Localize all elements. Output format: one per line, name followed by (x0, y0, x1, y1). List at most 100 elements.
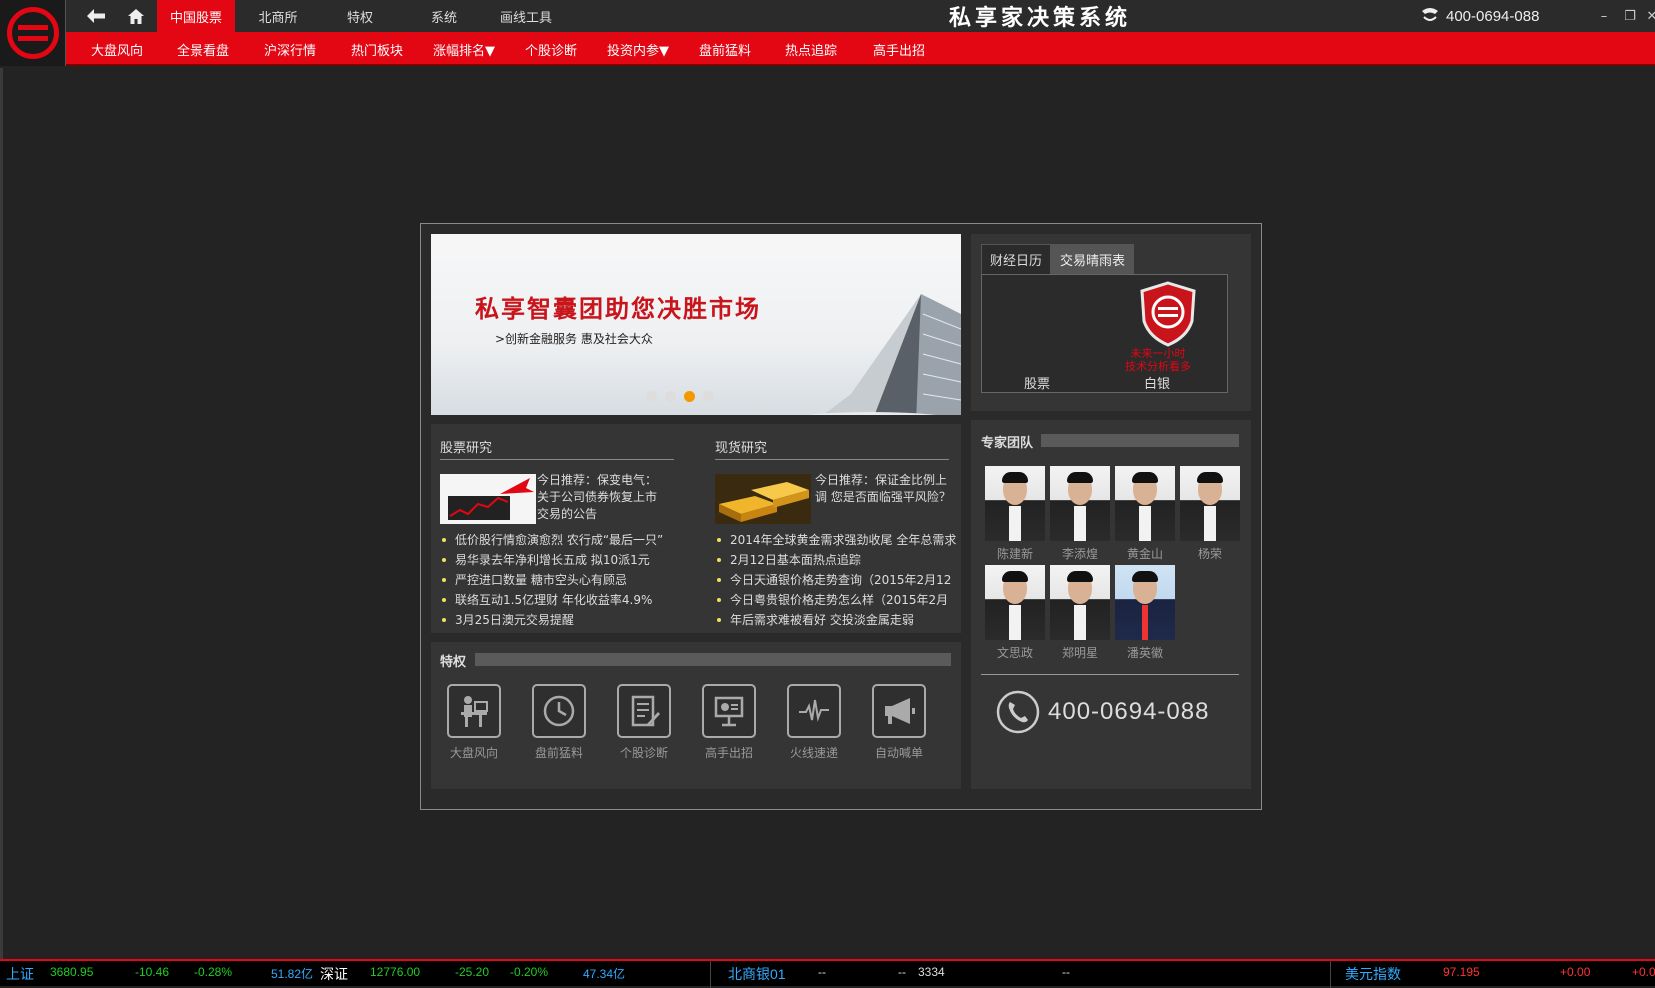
expert-card[interactable]: 杨荣 (1180, 466, 1240, 562)
tab-system[interactable]: 系统 (406, 0, 482, 32)
privilege-premarket[interactable]: 盘前猛料 (524, 684, 594, 761)
ticker-silver-label[interactable]: 北商银01 (728, 964, 786, 984)
expert-name: 陈建新 (996, 547, 1033, 561)
clock-icon (532, 684, 586, 738)
list-item[interactable]: 3月25日澳元交易提醒 (440, 610, 680, 630)
privilege-stock-diagnosis[interactable]: 个股诊断 (609, 684, 679, 761)
ticker-usd-change: +0.00 (1560, 965, 1591, 979)
ticker-usd-label[interactable]: 美元指数 (1345, 964, 1401, 984)
spot-featured-article[interactable]: 今日推荐：保证金比例上调 您是否面临强平风险？ (815, 472, 955, 506)
app-logo (0, 0, 66, 66)
privilege-label: 盘前猛料 (534, 746, 583, 760)
list-item[interactable]: 今日天通银价格走势查询（2015年2月12 (715, 570, 957, 590)
logo-icon (6, 7, 59, 59)
subnav-hot-tracking[interactable]: 热点追踪 (776, 32, 846, 66)
carousel-dot[interactable] (646, 391, 657, 402)
subnav-hot-sectors[interactable]: 热门板块 (342, 32, 412, 66)
subnav-expert-moves[interactable]: 高手出招 (864, 32, 934, 66)
privilege-market-trend[interactable]: 大盘风向 (439, 684, 509, 761)
news-title[interactable]: 易华录去年净利增长五成 拟10派1元 (455, 553, 650, 567)
list-item[interactable]: 2014年全球黄金需求强劲收尾 全年总需求 (715, 530, 957, 550)
ticker-sh-change: -10.46 (135, 965, 170, 979)
desk-person-icon (447, 684, 501, 738)
expert-card[interactable]: 文思政 (985, 565, 1045, 661)
promo-banner[interactable]: 私享智囊团助您决胜市场 >创新金融服务 惠及社会大众 (431, 234, 961, 415)
privilege-express[interactable]: 火线速递 (779, 684, 849, 761)
expert-card[interactable]: 潘英徽 (1115, 565, 1175, 661)
subnav-gain-ranking[interactable]: 涨幅排名▼ (428, 32, 500, 66)
subnav-panorama[interactable]: 全景看盘 (168, 32, 238, 66)
ticker-sh-label[interactable]: 上证 (6, 964, 34, 984)
subnav-premarket[interactable]: 盘前猛料 (690, 32, 760, 66)
stock-research-title[interactable]: 股票研究 (440, 437, 492, 456)
tab-china-stock[interactable]: 中国股票 (157, 0, 235, 32)
news-title[interactable]: 2月12日基本面热点追踪 (730, 553, 861, 567)
restore-button[interactable]: ❐ (1618, 0, 1642, 32)
shield-logo-icon (1140, 281, 1196, 347)
pulse-wave-icon (787, 684, 841, 738)
tab-beishangsuo[interactable]: 北商所 (240, 0, 316, 32)
news-title[interactable]: 今日天通银价格走势查询（2015年2月12 (730, 573, 951, 587)
subnav-investment-insider[interactable]: 投资内参▼ (602, 32, 674, 66)
list-item[interactable]: 今日粤贵银价格走势怎么样（2015年2月 (715, 590, 957, 610)
spot-news-list: 2014年全球黄金需求强劲收尾 全年总需求 2月12日基本面热点追踪 今日天通银… (715, 530, 957, 630)
news-title[interactable]: 低价股行情愈演愈烈 农行成“最后一只” (455, 533, 663, 547)
stock-news-list: 低价股行情愈演愈烈 农行成“最后一只” 易华录去年净利增长五成 拟10派1元 严… (440, 530, 680, 630)
expert-card[interactable]: 郑明星 (1050, 565, 1110, 661)
tab-trade-barometer[interactable]: 交易晴雨表 (1051, 244, 1135, 274)
tab-drawing-tools[interactable]: 画线工具 (488, 0, 564, 32)
subnav-market-trend[interactable]: 大盘风向 (82, 32, 152, 66)
expert-card[interactable]: 黄金山 (1115, 466, 1175, 562)
stock-chart-thumbnail[interactable] (440, 474, 536, 524)
list-item[interactable]: 低价股行情愈演愈烈 农行成“最后一只” (440, 530, 680, 550)
contact-phone-number: 400-0694-088 (1048, 698, 1210, 725)
megaphone-icon (872, 684, 926, 738)
news-title[interactable]: 今日粤贵银价格走势怎么样（2015年2月 (730, 593, 948, 607)
subnav-stock-diagnosis[interactable]: 个股诊断 (516, 32, 586, 66)
subnav-hs-quotes[interactable]: 沪深行情 (255, 32, 325, 66)
bullet-icon (442, 537, 446, 542)
spot-research-title[interactable]: 现货研究 (715, 437, 767, 456)
privilege-label: 火线速递 (789, 746, 838, 760)
carousel-dot-active[interactable] (684, 391, 695, 402)
experts-title: 专家团队 (981, 436, 1034, 451)
home-icon[interactable] (116, 0, 156, 32)
top-phone: 400-0694-088 (1420, 0, 1539, 32)
news-title[interactable]: 3月25日澳元交易提醒 (455, 613, 574, 627)
list-item[interactable]: 易华录去年净利增长五成 拟10派1元 (440, 550, 680, 570)
expert-card[interactable]: 李添煌 (1050, 466, 1110, 562)
list-item[interactable]: 2月12日基本面热点追踪 (715, 550, 957, 570)
expert-card[interactable]: 陈建新 (985, 466, 1045, 562)
carousel-dot[interactable] (665, 391, 676, 402)
minimize-button[interactable]: – (1592, 0, 1616, 32)
list-item[interactable]: 严控进口数量 糖市空头心有顾忌 (440, 570, 680, 590)
privilege-expert-moves[interactable]: 高手出招 (694, 684, 764, 761)
news-title[interactable]: 2014年全球黄金需求强劲收尾 全年总需求 (730, 533, 956, 547)
list-item[interactable]: 联络互动1.5亿理财 年化收益率4.9% (440, 590, 680, 610)
stock-featured-article[interactable]: 今日推荐：保变电气：关于公司债券恢复上市交易的公告 (537, 472, 667, 523)
list-item[interactable]: 年后需求难被看好 交投淡金属走弱 (715, 610, 957, 630)
gold-bars-thumbnail[interactable] (715, 474, 811, 524)
document-pen-icon (617, 684, 671, 738)
contact-phone: 400-0694-088 (996, 690, 1209, 734)
ticker-sz-label[interactable]: 深证 (320, 964, 348, 984)
privilege-auto-call[interactable]: 自动喊单 (864, 684, 934, 761)
bullet-icon (717, 577, 721, 582)
ticker-silver-a: -- (818, 965, 826, 979)
tab-financial-calendar[interactable]: 财经日历 (981, 244, 1052, 274)
divider (715, 459, 949, 460)
news-title[interactable]: 年后需求难被看好 交投淡金属走弱 (730, 613, 914, 627)
news-title[interactable]: 严控进口数量 糖市空头心有顾忌 (455, 573, 627, 587)
ticker-sz-value: 12776.00 (370, 965, 421, 979)
back-icon[interactable] (76, 0, 116, 32)
close-button[interactable]: ✕ (1640, 0, 1655, 32)
ticker-silver-c: 3334 (918, 965, 945, 979)
tab-privileges[interactable]: 特权 (322, 0, 398, 32)
carousel-dot[interactable] (703, 391, 714, 402)
barometer-note: 未来一小时 技术分析看多 (1108, 347, 1208, 373)
news-title[interactable]: 联络互动1.5亿理财 年化收益率4.9% (455, 593, 652, 607)
carousel-dots (646, 391, 714, 402)
barometer-box: 未来一小时 技术分析看多 股票 白银 (981, 274, 1228, 393)
barometer-col-stock: 股票 (1024, 377, 1051, 392)
bullet-icon (717, 617, 721, 622)
